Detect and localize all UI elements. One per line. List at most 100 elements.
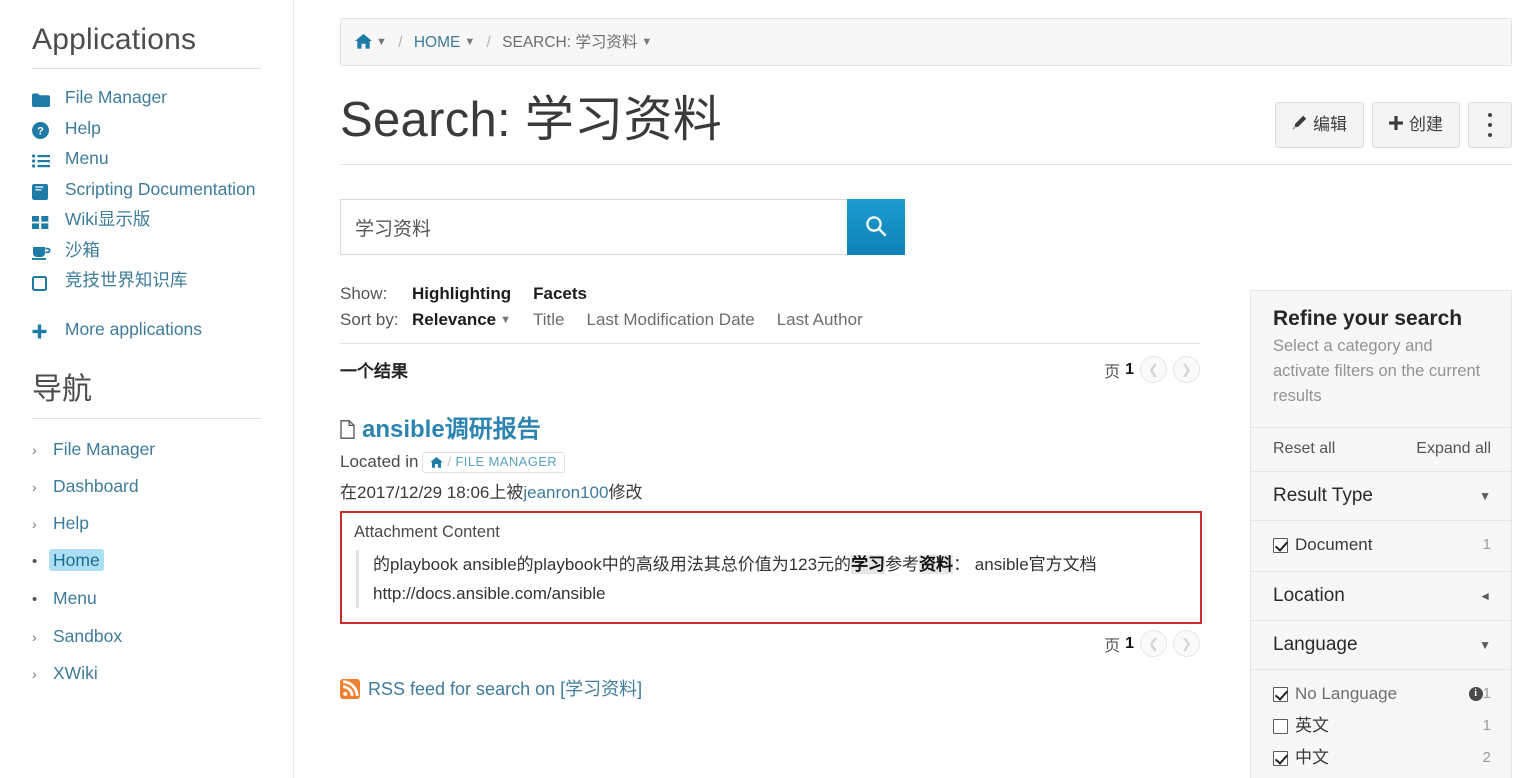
chevron-down-icon: ▼ (376, 36, 387, 48)
applications-panel-title: Applications (32, 23, 197, 56)
result-count: 一个结果 (340, 362, 408, 382)
question-circle-icon: ? (32, 116, 53, 145)
pagination-bottom: 页 1 ❮ ❯ (1104, 630, 1200, 658)
app-item-label: 竞技世界知识库 (64, 270, 188, 290)
rss-icon (340, 679, 360, 703)
page-root: Applications File Manager ? Help Menu Sc… (0, 0, 1536, 778)
facet-group-language[interactable]: Language ▼ (1251, 621, 1511, 670)
result-title-text: ansible调研报告 (362, 416, 541, 444)
nav-item-file-manager[interactable]: › File Manager (32, 431, 293, 468)
home-icon (355, 34, 372, 53)
show-option-highlighting[interactable]: Highlighting (412, 284, 511, 304)
checkbox-icon[interactable] (1273, 750, 1288, 766)
pagination-bottom-wrap: 页 1 ❮ ❯ (340, 630, 1200, 658)
attachment-content-label: Attachment Content (354, 523, 500, 542)
app-item-scripting-documentation[interactable]: Scripting Documentation (32, 175, 293, 206)
facet-items-result-type: Document 1 (1251, 521, 1511, 572)
facet-group-result-type[interactable]: Result Type ▼ (1251, 472, 1511, 521)
facet-item-count: 1 (1482, 536, 1491, 553)
nav-item-menu[interactable]: • Menu (32, 580, 293, 618)
checkbox-icon[interactable] (1273, 686, 1288, 702)
plus-icon (32, 321, 53, 342)
nav-item-dashboard[interactable]: › Dashboard (32, 468, 293, 505)
nav-item-label: Home (49, 548, 104, 571)
reset-all-link[interactable]: Reset all (1273, 440, 1335, 458)
kebab-dots (1469, 103, 1511, 147)
pagination-next-button[interactable]: ❯ (1173, 356, 1200, 384)
facet-item-label: Document (1295, 535, 1373, 554)
show-label: Show: (340, 284, 388, 304)
nav-item-sandbox[interactable]: › Sandbox (32, 618, 293, 655)
facet-group-location[interactable]: Location ◄ (1251, 572, 1511, 621)
sort-option-relevance[interactable]: Relevance ▼ (412, 310, 511, 330)
breadcrumb-separator: / (486, 34, 491, 51)
more-applications-label: More applications (64, 318, 203, 339)
sort-option-last-modification-date[interactable]: Last Modification Date (587, 310, 755, 330)
info-icon[interactable]: i (1468, 687, 1483, 701)
show-option-facets[interactable]: Facets (533, 284, 587, 304)
nav-item-xwiki[interactable]: › XWiki (32, 655, 293, 692)
chevron-down-icon: ▼ (1479, 489, 1491, 503)
app-item-label: Scripting Documentation (64, 178, 256, 199)
page-header: Search: 学习资料 编辑 创建 (340, 92, 1512, 166)
pagination-next-button[interactable]: ❯ (1173, 630, 1200, 658)
home-icon (430, 456, 444, 471)
app-item-wiki-display[interactable]: Wiki显示版 (32, 205, 293, 236)
facet-item-document[interactable]: Document 1 (1273, 529, 1491, 561)
facet-item-count: 2 (1482, 749, 1491, 766)
app-item-sandbox[interactable]: 沙箱 (32, 236, 293, 267)
breadcrumb-home-link[interactable]: ▼ (355, 34, 387, 51)
breadcrumb-item-home[interactable]: HOME ▼ (414, 34, 475, 51)
search-icon (865, 215, 887, 240)
search-submit-button[interactable] (847, 199, 905, 256)
app-item-label: File Manager (64, 87, 168, 107)
search-input[interactable] (340, 199, 847, 256)
app-item-knowledge-base[interactable]: 竞技世界知识库 (32, 266, 293, 297)
facet-group-label: Result Type (1273, 485, 1373, 506)
book-icon (32, 177, 53, 206)
svg-text:?: ? (37, 126, 44, 138)
rss-feed-link[interactable]: RSS feed for search on [学习资料] (340, 679, 642, 700)
facet-item-count: 1 (1482, 685, 1491, 702)
chevron-down-icon[interactable]: ▼ (641, 19, 652, 65)
facet-item-english[interactable]: 英文 1 (1273, 710, 1491, 742)
checkbox-icon[interactable] (1273, 537, 1288, 553)
kebab-menu-icon[interactable] (1468, 102, 1512, 148)
result-title-link[interactable]: ansible调研报告 (340, 416, 541, 443)
breadcrumb-item-label: HOME (413, 34, 461, 51)
checkbox-icon[interactable] (1273, 718, 1288, 734)
app-item-file-manager[interactable]: File Manager (32, 83, 293, 114)
pagination-prev-button[interactable]: ❮ (1140, 356, 1167, 384)
folder-icon (32, 85, 53, 114)
nav-item-label: XWiki (53, 662, 98, 683)
app-item-help[interactable]: ? Help (32, 114, 293, 145)
nav-item-label: Help (53, 512, 89, 533)
sort-label: Sort by: (340, 310, 399, 330)
breadcrumb: ▼ / HOME ▼ / SEARCH: 学习资料 ▼ (340, 18, 1512, 66)
facet-item-chinese[interactable]: 中文 2 (1273, 742, 1491, 774)
left-sidebar: Applications File Manager ? Help Menu Sc… (0, 0, 294, 778)
app-item-menu[interactable]: Menu (32, 144, 293, 175)
attachment-highlight: 学习 (851, 555, 886, 575)
facet-panel-title: Refine your search (1273, 307, 1463, 330)
nav-item-home[interactable]: • Home (32, 542, 293, 580)
sort-option-last-author[interactable]: Last Author (777, 310, 863, 330)
sort-option-title[interactable]: Title (533, 310, 565, 330)
edit-button[interactable]: 编辑 (1275, 102, 1364, 148)
expand-all-link[interactable]: Expand all (1416, 440, 1491, 458)
chevron-down-icon: ▼ (500, 314, 512, 327)
bullet-icon: • (32, 590, 38, 608)
more-applications-link[interactable]: More applications (0, 297, 293, 342)
attachment-part: 的playbook ansible的playbook中的高级用法其总价值为123… (373, 555, 852, 575)
pagination-prev-button[interactable]: ❮ (1140, 630, 1167, 658)
nav-item-label: Menu (53, 587, 97, 608)
location-path-label: FILE MANAGER (455, 454, 558, 470)
facet-item-no-language[interactable]: No Language i 1 (1273, 678, 1491, 710)
nav-item-help[interactable]: › Help (32, 505, 293, 542)
breadcrumb-item-search: SEARCH: 学习资料 ▼ (502, 34, 652, 51)
create-button[interactable]: 创建 (1372, 102, 1460, 148)
modified-author-link[interactable]: jeanron100 (523, 483, 608, 502)
app-item-label: Wiki显示版 (64, 209, 151, 229)
list-icon (32, 146, 53, 175)
location-breadcrumb[interactable]: / FILE MANAGER (422, 452, 566, 474)
